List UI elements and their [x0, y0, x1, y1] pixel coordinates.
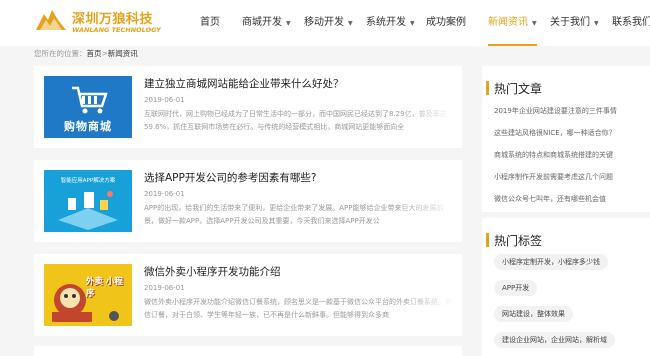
hot-article-link[interactable]: 这些建站风格很NICE，哪一种适合你？ [494, 128, 616, 138]
tag-chip[interactable]: 小程序定制开发，小程序多少钱 [494, 254, 608, 270]
nav-item[interactable]: 首页 [200, 0, 220, 46]
article-date: 2019-06-01 [144, 96, 185, 104]
main-nav: 首页 商城开发 ▼ 移动开发 ▼ 系统开发 ▼ 成功案例 新闻资讯 ▼ 关于我们 ▼ 联系我们 [184, 0, 650, 46]
chevron-down-icon: ▼ [594, 20, 599, 27]
nav-item-label: 系统开发 [366, 17, 406, 28]
article-card-partial[interactable] [34, 346, 462, 356]
nav-item-label: 关于我们 [550, 17, 590, 28]
nav-item-label: 新闻资讯 [488, 17, 528, 28]
wolf-logo-icon [36, 10, 66, 30]
breadcrumb: 您所在的位置：首页>新闻资讯 [34, 48, 138, 59]
breadcrumb-prefix: 您所在的位置： [34, 49, 87, 58]
brand-tagline: WANLANG TECHNOLOGY [72, 26, 161, 34]
nav-item[interactable]: 新闻资讯 ▼ [488, 0, 537, 46]
chevron-down-icon: ▼ [532, 20, 537, 27]
chevron-down-icon: ▼ [410, 20, 415, 27]
hot-tags-title: 热门标签 [485, 233, 543, 248]
hot-articles-title: 热门文章 [485, 81, 543, 96]
brand-name: 深圳万狼科技 [72, 12, 154, 27]
hot-articles-panel: 热门文章 2019年企业网站建设要注意的三件事情 这些建站风格很NICE，哪一种… [482, 66, 650, 212]
thumbnail-caption: 外卖 小程序 [86, 277, 123, 299]
app-platform-illustration-icon [58, 191, 118, 230]
nav-item[interactable]: 联系我们 [612, 0, 650, 46]
tag-chip[interactable]: 网站建设，整体效果 [494, 306, 573, 322]
article-title[interactable]: 建立独立商城网站能给企业带来什么好处？ [144, 76, 344, 91]
hot-article-link[interactable]: 商城系统的特点和商城系统搭建的关键 [494, 150, 613, 160]
hot-article-link[interactable]: 微信公众号七叫年，还有哪些机会值 [494, 194, 606, 204]
chevron-down-icon: ▼ [286, 20, 291, 27]
nav-item-label: 联系我们 [612, 17, 650, 28]
hot-article-link[interactable]: 2019年企业网站建设要注意的三件事情 [494, 106, 617, 116]
nav-item-label: 首页 [200, 17, 220, 28]
brand-logo[interactable]: 深圳万狼科技 WANLANG TECHNOLOGY [34, 4, 166, 38]
article-card[interactable]: 购物商城 建立独立商城网站能给企业带来什么好处？ 2019-06-01 互联网时… [34, 66, 462, 148]
excerpt-fade [396, 106, 456, 138]
hot-article-link[interactable]: 小程序制作开发前需要考虑这几个问题 [494, 172, 613, 182]
article-date: 2019-06-01 [144, 284, 185, 292]
article-card[interactable]: 智能应用APP解决方案 选择APP开发公司的参考因素有哪些? 2019-06-0… [34, 160, 462, 242]
breadcrumb-home-link[interactable]: 首页 [87, 49, 102, 58]
excerpt-fade [396, 294, 456, 326]
breadcrumb-current: 新闻资讯 [107, 49, 138, 58]
excerpt-fade [396, 200, 456, 232]
nav-item[interactable]: 关于我们 ▼ [550, 0, 599, 46]
header-bar: 深圳万狼科技 WANLANG TECHNOLOGY 首页 商城开发 ▼ 移动开发 ▼ 系统… [0, 0, 650, 46]
article-card[interactable]: 外卖 小程序 微信外卖小程序开发功能介绍 2019-06-01 微信外卖小程序开… [34, 254, 462, 336]
article-thumbnail-takeout[interactable]: 外卖 小程序 [44, 264, 132, 326]
article-date: 2019-06-01 [144, 190, 185, 198]
thumbnail-caption: 购物商城 [64, 120, 112, 133]
article-thumbnail-shop[interactable]: 购物商城 [44, 76, 132, 138]
article-title[interactable]: 微信外卖小程序开发功能介绍 [144, 264, 281, 279]
nav-item-label: 成功案例 [426, 17, 466, 28]
tag-chip[interactable]: APP开发 [494, 280, 538, 296]
nav-item[interactable]: 商城开发 ▼ [242, 0, 291, 46]
nav-item-label: 移动开发 [304, 17, 344, 28]
hot-tags-panel: 热门标签 小程序定制开发，小程序多少钱 APP开发 网站建设，整体效果 建设企业… [482, 218, 650, 356]
article-title[interactable]: 选择APP开发公司的参考因素有哪些? [144, 170, 316, 185]
nav-item[interactable]: 系统开发 ▼ [366, 0, 415, 46]
chevron-down-icon: ▼ [348, 20, 353, 27]
nav-item-label: 商城开发 [242, 17, 282, 28]
nav-item[interactable]: 移动开发 ▼ [304, 0, 353, 46]
nav-item[interactable]: 成功案例 [426, 0, 466, 46]
tag-chip[interactable]: 建设企业网站，企业网站，解析域 [494, 332, 615, 348]
article-thumbnail-app[interactable]: 智能应用APP解决方案 [44, 170, 132, 232]
